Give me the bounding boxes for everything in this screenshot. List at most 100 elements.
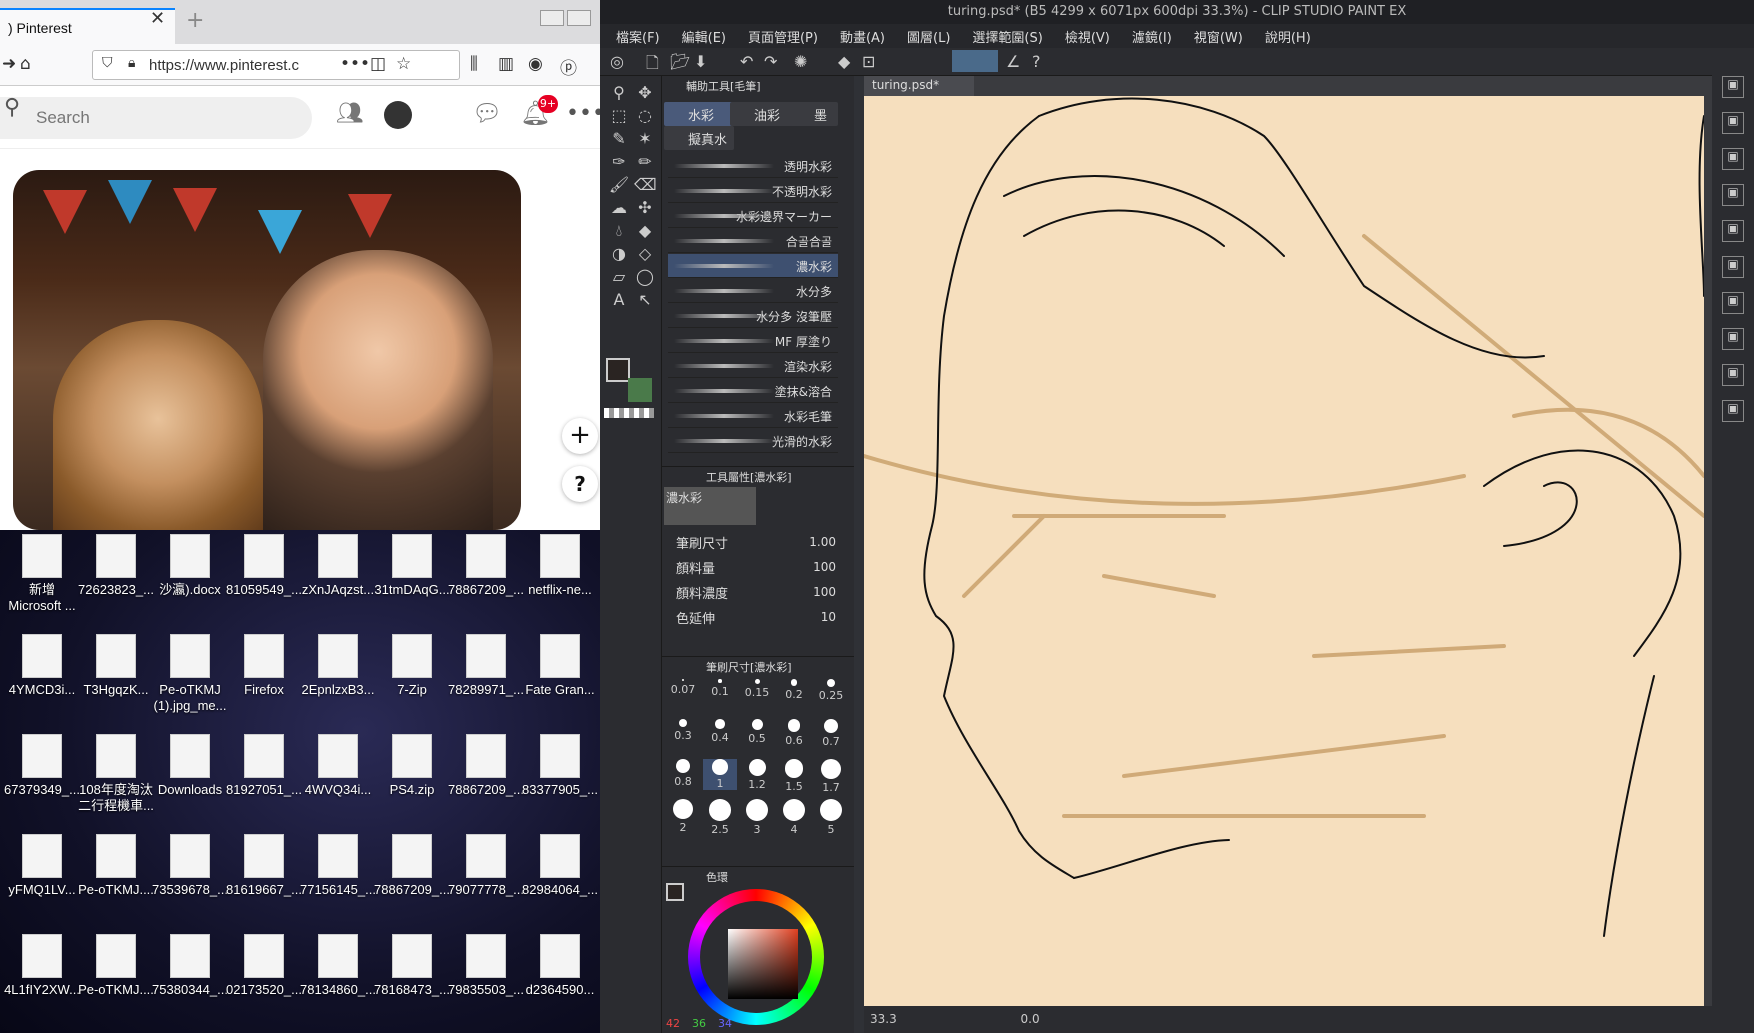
desktop-icon[interactable]: 7-Zip — [374, 634, 450, 698]
shield-icon[interactable]: ⛉ — [102, 55, 113, 71]
desktop-icon[interactable]: 81059549_... — [226, 534, 302, 598]
brush-size-preset[interactable]: 0.15 — [740, 679, 774, 699]
desktop-icon[interactable]: Pe-oTKMJ.... — [78, 934, 154, 998]
brush-icon[interactable]: 🖌︎ — [608, 174, 630, 196]
desktop-icon[interactable]: 108年度淘汰 二行程機車... — [78, 734, 154, 814]
save-icon[interactable]: ⬇ — [694, 52, 707, 71]
help-icon[interactable]: ? — [1032, 52, 1041, 71]
command-icon[interactable]: ▣ — [1722, 364, 1744, 386]
command-icon[interactable]: ▣ — [1722, 256, 1744, 278]
desktop-icon[interactable]: 4WVQ34i... — [300, 734, 376, 798]
open-icon[interactable]: 📂︎ — [670, 52, 690, 71]
menu-item[interactable]: 頁面管理(P) — [748, 31, 818, 46]
desktop-icon[interactable]: 79077778_... — [448, 834, 524, 898]
brush-item[interactable]: 水分多 沒筆壓 — [668, 304, 838, 328]
brush-item[interactable]: 光滑的水彩 — [668, 429, 838, 453]
desktop-icon[interactable]: 4YMCD3i... — [4, 634, 80, 698]
drawing-canvas[interactable] — [864, 96, 1704, 1006]
brush-size-preset[interactable]: 0.7 — [814, 719, 848, 748]
brush-size-preset[interactable]: 0.07 — [666, 679, 700, 696]
account-icon[interactable]: ◉ — [528, 54, 543, 74]
brush-size-preset[interactable]: 0.8 — [666, 759, 700, 788]
brush-size-preset[interactable]: 0.2 — [777, 679, 811, 701]
desktop-icon[interactable]: 沙瀛).docx — [152, 534, 228, 598]
sub-tab-0[interactable]: 水彩 — [664, 102, 734, 126]
menu-item[interactable]: 選擇範圍(S) — [972, 31, 1042, 46]
brush-item[interactable]: 渲染水彩 — [668, 354, 838, 378]
brush-item[interactable]: 濃水彩 — [668, 254, 838, 278]
desktop-icon[interactable]: Downloads — [152, 734, 228, 798]
menu-item[interactable]: 說明(H) — [1265, 31, 1311, 46]
brush-item[interactable]: 水彩毛筆 — [668, 404, 838, 428]
help-button[interactable]: ? — [562, 466, 598, 502]
brush-size-preset[interactable]: 1.2 — [740, 759, 774, 791]
command-icon[interactable]: ▣ — [1722, 148, 1744, 170]
command-icon[interactable]: ▣ — [1722, 220, 1744, 242]
clip-studio-icon[interactable]: ◎ — [610, 52, 624, 71]
property-value[interactable]: 100 — [813, 560, 836, 574]
lasso-icon[interactable]: ◌ — [634, 105, 656, 127]
brush-size-preset[interactable]: 0.1 — [703, 679, 737, 698]
magic-wand-icon[interactable]: ✶ — [634, 128, 656, 150]
pen-icon[interactable]: ✑ — [608, 151, 630, 173]
brush-item[interactable]: MF 厚塗り — [668, 329, 838, 353]
desktop-icon[interactable]: 83377905_... — [522, 734, 598, 798]
clear-icon[interactable]: ✺ — [794, 52, 807, 71]
saturation-value-square[interactable] — [728, 929, 798, 999]
menu-item[interactable]: 檢視(V) — [1065, 31, 1110, 46]
property-value[interactable]: 1.00 — [809, 535, 836, 549]
redo-icon[interactable]: ↷ — [764, 52, 777, 71]
desktop-icon[interactable]: 81619667_... — [226, 834, 302, 898]
brush-size-preset[interactable]: 2.5 — [703, 799, 737, 836]
command-icon[interactable]: ▣ — [1722, 76, 1744, 98]
desktop-icon[interactable]: Firefox — [226, 634, 302, 698]
transform-icon[interactable]: ⊡ — [862, 52, 875, 71]
command-icon[interactable]: ▣ — [1722, 400, 1744, 422]
transparent-color-swatch[interactable] — [604, 408, 654, 418]
browser-tab[interactable]: ) Pinterest — [0, 8, 175, 44]
desktop-icon[interactable]: 新增 Microsoft ... — [4, 534, 80, 614]
property-row[interactable]: 顏料量 100 — [676, 558, 836, 582]
gradient-icon[interactable]: ◑ — [608, 243, 630, 265]
desktop-icon[interactable]: netflix-ne... — [522, 534, 598, 598]
ruler-icon[interactable]: ∠ — [1006, 52, 1020, 71]
main-color-swatch[interactable] — [606, 358, 630, 382]
brush-size-preset[interactable]: 2 — [666, 799, 700, 834]
property-row[interactable]: 顏料濃度 100 — [676, 583, 836, 607]
main-color-swatch[interactable] — [666, 883, 684, 901]
zoom-icon[interactable]: ⚲ — [608, 82, 630, 104]
canvas-tab[interactable]: turing.psd* — [864, 76, 974, 96]
lock-icon[interactable]: 🔒︎ — [128, 55, 135, 71]
brush-item[interactable]: 不透明水彩 — [668, 179, 838, 203]
desktop-icon[interactable]: 78168473_... — [374, 934, 450, 998]
bookmark-star-icon[interactable]: ☆ — [396, 54, 411, 74]
forward-icon[interactable]: ➜ — [2, 54, 16, 74]
desktop-icon[interactable]: 78867209_... — [374, 834, 450, 898]
zoom-value[interactable]: 33.3 — [870, 1012, 897, 1026]
command-icon[interactable]: ▣ — [1722, 328, 1744, 350]
close-tab-icon[interactable]: ✕ — [150, 8, 165, 29]
property-value[interactable]: 10 — [821, 610, 836, 624]
desktop-icon[interactable]: 78134860_... — [300, 934, 376, 998]
more-icon[interactable]: ••• — [566, 101, 600, 126]
command-icon[interactable]: ▣ — [1722, 292, 1744, 314]
desktop-icon[interactable]: Pe-oTKMJ.... — [78, 834, 154, 898]
avatar[interactable] — [384, 101, 412, 129]
balloon-icon[interactable]: ◯ — [634, 266, 656, 288]
fill-icon[interactable]: ◆ — [838, 52, 850, 71]
maximize-button[interactable] — [567, 10, 591, 26]
menu-item[interactable]: 視窗(W) — [1194, 31, 1243, 46]
menu-item[interactable]: 圖層(L) — [907, 31, 950, 46]
brush-size-preset[interactable]: 1.5 — [777, 759, 811, 793]
brush-item[interactable]: 水彩邊界マーカー — [668, 204, 838, 228]
new-tab-button[interactable]: + — [186, 8, 204, 33]
brush-item[interactable]: 合골合골 — [668, 229, 838, 253]
new-file-icon[interactable]: 🗋︎ — [646, 52, 659, 79]
desktop-icon[interactable]: 79835503_... — [448, 934, 524, 998]
operation-icon[interactable]: ↖ — [634, 289, 656, 311]
brush-size-preset[interactable]: 0.25 — [814, 679, 848, 702]
brush-size-preset[interactable]: 5 — [814, 799, 848, 836]
desktop-icon[interactable]: T3HgqzK... — [78, 634, 154, 698]
desktop-icon[interactable]: 82984064_... — [522, 834, 598, 898]
pin-image[interactable] — [13, 170, 521, 530]
